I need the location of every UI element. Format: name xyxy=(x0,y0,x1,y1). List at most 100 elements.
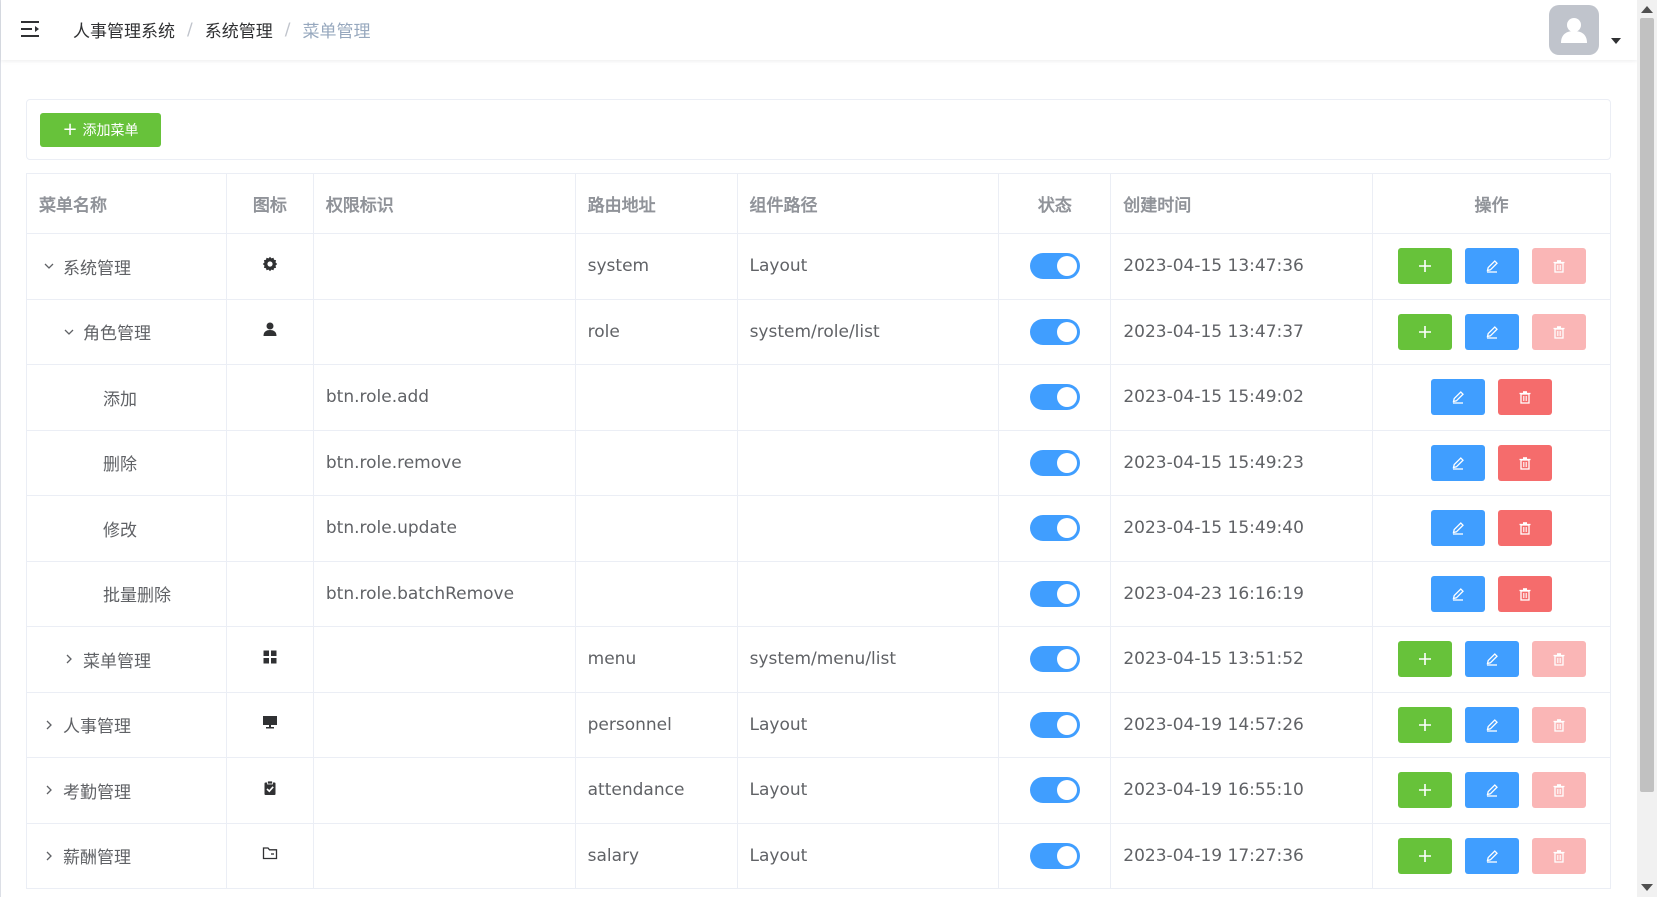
column-header-permission: 权限标识 xyxy=(314,174,576,233)
menu-icon-cell xyxy=(227,627,314,692)
status-switch[interactable] xyxy=(1029,777,1080,804)
status-switch[interactable] xyxy=(1029,580,1080,607)
permission-cell xyxy=(314,823,576,888)
add-submenu-button[interactable] xyxy=(1397,313,1452,350)
status-switch[interactable] xyxy=(1029,711,1080,738)
expand-toggle[interactable] xyxy=(39,850,59,862)
breadcrumb-separator: / xyxy=(187,19,193,40)
edit-button[interactable] xyxy=(1464,837,1519,874)
delete-button[interactable] xyxy=(1498,510,1553,547)
status-switch[interactable] xyxy=(1029,842,1080,869)
expand-toggle[interactable] xyxy=(39,719,59,731)
route-cell xyxy=(576,430,738,495)
chevron-right-icon xyxy=(46,785,52,795)
add-menu-label: 添加菜单 xyxy=(82,123,139,139)
user-icon xyxy=(262,321,278,342)
created-time-cell: 2023-04-19 16:55:10 xyxy=(1111,758,1374,823)
edit-button[interactable] xyxy=(1464,772,1519,809)
table-row: 批量删除 btn.role.batchRemove 2023-04-23 16:16… xyxy=(27,561,1611,627)
toolbar-card: + 添加菜单 xyxy=(26,99,1611,160)
delete-button[interactable] xyxy=(1498,444,1553,481)
menu-name: 考勤管理 xyxy=(63,782,131,803)
status-switch[interactable] xyxy=(1029,253,1080,280)
expand-toggle[interactable] xyxy=(39,784,59,796)
menu-grid-icon xyxy=(262,649,278,670)
edit-icon xyxy=(1486,260,1498,273)
created-time-cell: 2023-04-15 13:51:52 xyxy=(1111,627,1374,692)
menu-icon-cell xyxy=(227,561,314,626)
user-avatar-icon xyxy=(1561,18,1587,43)
add-submenu-button[interactable] xyxy=(1397,248,1452,285)
status-switch[interactable] xyxy=(1029,646,1080,673)
edit-icon xyxy=(1486,849,1498,863)
delete-button[interactable] xyxy=(1498,379,1553,416)
edit-button[interactable] xyxy=(1431,379,1486,416)
delete-button[interactable] xyxy=(1498,575,1553,612)
created-time-cell: 2023-04-15 15:49:23 xyxy=(1111,430,1374,495)
status-switch[interactable] xyxy=(1029,515,1080,542)
add-submenu-button[interactable] xyxy=(1397,706,1452,743)
menu-table: 菜单名称 图标 权限标识 路由地址 组件路径 状态 创建时间 操作 系统管理 sy… xyxy=(26,173,1611,889)
operations-cell xyxy=(1373,430,1611,495)
edit-button[interactable] xyxy=(1431,444,1486,481)
menu-name: 菜单管理 xyxy=(83,651,151,672)
chevron-down-icon xyxy=(44,263,54,270)
delete-icon xyxy=(1519,456,1531,470)
created-time-cell: 2023-04-15 15:49:02 xyxy=(1111,365,1374,430)
breadcrumb-item-system[interactable]: 系统管理 xyxy=(205,17,273,42)
status-cell xyxy=(999,365,1112,430)
delete-icon xyxy=(1553,653,1565,666)
avatar[interactable] xyxy=(1549,5,1599,55)
scroll-down-arrow-icon[interactable] xyxy=(1641,884,1653,891)
caret-down-icon[interactable] xyxy=(1611,38,1621,44)
edit-button[interactable] xyxy=(1431,575,1486,612)
status-switch[interactable] xyxy=(1029,449,1080,476)
add-menu-button[interactable]: + 添加菜单 xyxy=(40,113,161,147)
switch-knob xyxy=(1056,387,1077,408)
scroll-up-arrow-icon[interactable] xyxy=(1641,6,1653,13)
add-submenu-button[interactable] xyxy=(1397,772,1452,809)
expand-toggle[interactable] xyxy=(59,326,79,338)
add-submenu-button[interactable] xyxy=(1397,641,1452,678)
status-switch[interactable] xyxy=(1029,318,1080,345)
menu-name: 薪酬管理 xyxy=(63,848,131,869)
menu-name: 添加 xyxy=(103,389,137,410)
component-cell xyxy=(738,365,1000,430)
column-header-component: 组件路径 xyxy=(738,174,1000,233)
expand-toggle[interactable] xyxy=(59,653,79,665)
expand-toggle[interactable] xyxy=(39,260,59,272)
plus-icon xyxy=(1418,784,1431,797)
menu-name: 系统管理 xyxy=(63,258,131,279)
edit-icon xyxy=(1452,522,1464,535)
edit-icon xyxy=(1486,718,1498,732)
edit-button[interactable] xyxy=(1431,510,1486,547)
edit-icon xyxy=(1486,325,1498,339)
chevron-right-icon xyxy=(46,720,52,730)
table-row: 修改 btn.role.update 2023-04-15 15:49:40 xyxy=(27,496,1611,562)
breadcrumb: 人事管理系统 / 系统管理 / 菜单管理 xyxy=(73,17,370,43)
delete-icon xyxy=(1519,391,1531,404)
menu-name-cell: 考勤管理 xyxy=(27,758,227,823)
edit-button[interactable] xyxy=(1464,641,1519,678)
status-cell xyxy=(999,692,1112,757)
hamburger-icon[interactable] xyxy=(21,19,43,39)
delete-icon xyxy=(1553,718,1565,732)
status-cell xyxy=(999,430,1112,495)
delete-icon xyxy=(1553,260,1565,273)
add-submenu-button[interactable] xyxy=(1397,837,1452,874)
top-navbar: 人事管理系统 / 系统管理 / 菜单管理 xyxy=(1,0,1637,60)
edit-button[interactable] xyxy=(1464,706,1519,743)
menu-name: 修改 xyxy=(103,520,137,541)
permission-cell: btn.role.add xyxy=(314,365,576,430)
scrollbar-thumb[interactable] xyxy=(1640,18,1654,792)
menu-name: 删除 xyxy=(103,455,137,476)
status-switch[interactable] xyxy=(1029,384,1080,411)
created-time-cell: 2023-04-15 13:47:37 xyxy=(1111,299,1374,364)
component-cell: Layout xyxy=(738,234,1000,299)
edit-button[interactable] xyxy=(1464,248,1519,285)
table-header-row: 菜单名称 图标 权限标识 路由地址 组件路径 状态 创建时间 操作 xyxy=(27,174,1611,234)
vertical-scrollbar[interactable] xyxy=(1637,0,1657,897)
delete-button xyxy=(1531,248,1586,285)
edit-button[interactable] xyxy=(1464,313,1519,350)
breadcrumb-item-home[interactable]: 人事管理系统 xyxy=(73,17,175,42)
